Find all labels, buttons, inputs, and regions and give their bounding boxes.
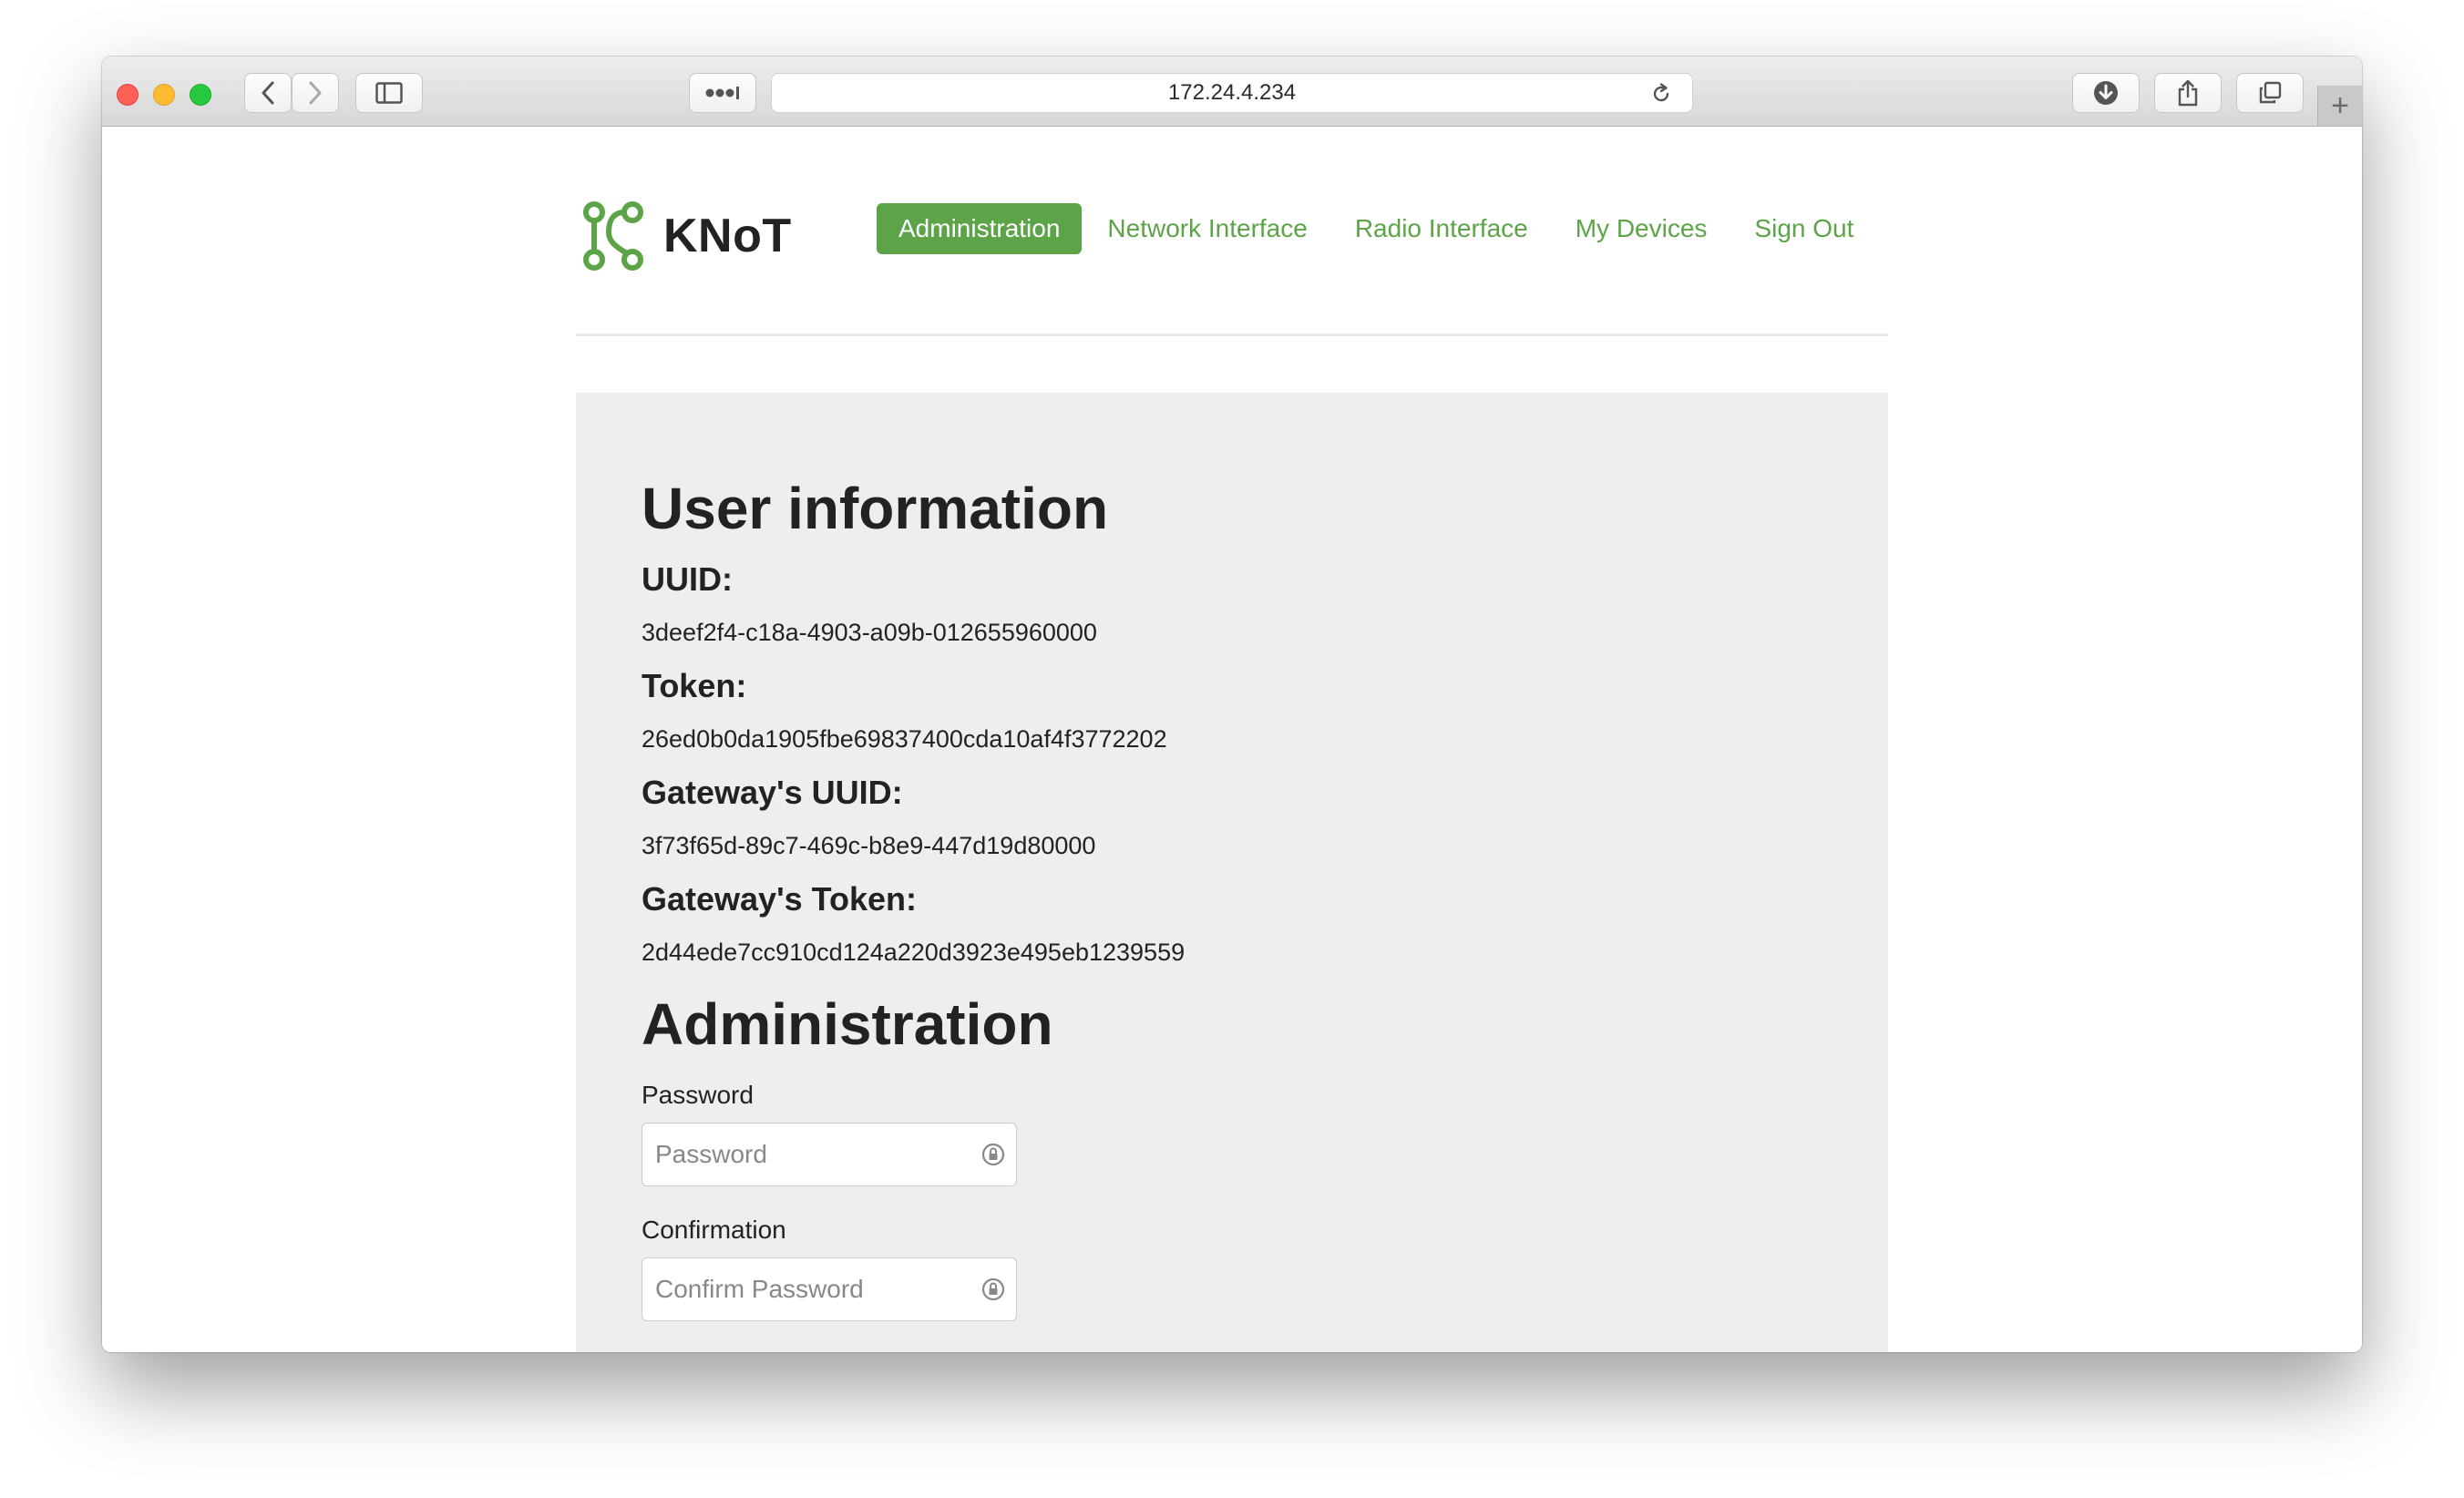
gateway-token-label: Gateway's Token: (642, 880, 917, 918)
sidebar-button[interactable] (355, 73, 423, 113)
maximize-window-button[interactable] (190, 84, 211, 106)
back-icon (262, 81, 274, 105)
confirmation-field (642, 1257, 1017, 1321)
forward-icon (309, 81, 322, 105)
reload-icon[interactable] (1650, 83, 1672, 105)
nav-administration[interactable]: Administration (877, 203, 1083, 254)
share-button[interactable] (2154, 73, 2222, 113)
nav-radio-interface[interactable]: Radio Interface (1333, 203, 1550, 254)
address-bar-url: 172.24.4.234 (1167, 80, 1297, 105)
user-information-heading: User information (642, 476, 1109, 541)
password-field (642, 1122, 1017, 1186)
brand-name: KNoT (663, 210, 792, 262)
password-key-icon[interactable] (981, 1142, 1005, 1167)
page-content: KNoT Administration Network Interface Ra… (102, 127, 2362, 1352)
nav-my-devices[interactable]: My Devices (1554, 203, 1730, 254)
share-icon (2178, 79, 2198, 107)
token-label: Token: (642, 667, 747, 705)
plus-icon: + (2331, 88, 2349, 123)
uuid-label: UUID: (642, 560, 733, 599)
tabs-icon (2259, 81, 2282, 104)
nav-network-interface[interactable]: Network Interface (1085, 203, 1329, 254)
main-panel: User information UUID: 3deef2f4-c18a-490… (576, 393, 1888, 1352)
uuid-value: 3deef2f4-c18a-4903-a09b-012655960000 (642, 619, 1097, 647)
token-value: 26ed0b0da1905fbe69837400cda10af4f3772202 (642, 725, 1167, 754)
confirmation-label: Confirmation (642, 1215, 786, 1244)
nav-sign-out[interactable]: Sign Out (1732, 203, 1875, 254)
extensions-button[interactable] (689, 73, 756, 113)
new-tab-button[interactable]: + (2317, 86, 2362, 126)
minimize-window-button[interactable] (153, 84, 175, 106)
gateway-uuid-value: 3f73f65d-89c7-469c-b8e9-447d19d80000 (642, 832, 1096, 860)
confirm-password-input[interactable] (642, 1257, 983, 1320)
close-window-button[interactable] (117, 84, 139, 106)
browser-window: 172.24.4.234 + KNoT Administration Netwo… (102, 56, 2362, 1352)
back-button[interactable] (244, 73, 292, 113)
password-input[interactable] (642, 1123, 983, 1185)
address-bar[interactable]: 172.24.4.234 (771, 73, 1693, 113)
password-key-icon[interactable] (981, 1277, 1005, 1302)
tabs-overview-button[interactable] (2236, 73, 2304, 113)
main-nav: Administration Network Interface Radio I… (877, 203, 1879, 254)
forward-button[interactable] (292, 73, 339, 113)
panel-inner: User information UUID: 3deef2f4-c18a-490… (642, 477, 1826, 1352)
gateway-token-value: 2d44ede7cc910cd124a220d3923e495eb1239559 (642, 939, 1186, 967)
brand[interactable]: KNoT (581, 200, 792, 272)
extensions-icon (705, 87, 739, 99)
knot-logo-icon (583, 201, 643, 271)
downloads-button[interactable] (2072, 73, 2140, 113)
download-icon (2094, 81, 2118, 105)
browser-toolbar: 172.24.4.234 + (102, 56, 2362, 127)
password-label: Password (642, 1080, 754, 1109)
sidebar-icon (375, 82, 403, 104)
site-header: KNoT Administration Network Interface Ra… (576, 127, 1888, 336)
gateway-uuid-label: Gateway's UUID: (642, 774, 903, 812)
administration-heading: Administration (642, 991, 1053, 1058)
